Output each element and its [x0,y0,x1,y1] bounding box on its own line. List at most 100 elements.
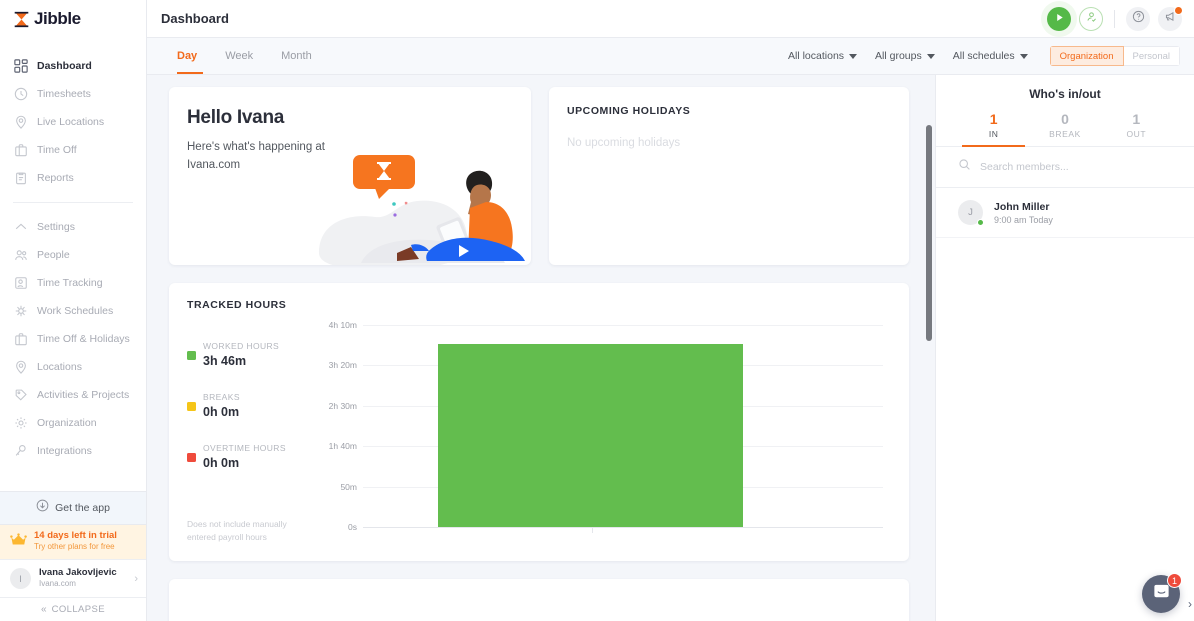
sidebar-item-integrations[interactable]: Integrations [0,437,146,465]
chart-y-tick-label: 3h 20m [328,360,357,371]
avatar-initial: J [968,207,973,218]
sidebar-item-locations[interactable]: Locations [0,353,146,381]
collapse-label: COLLAPSE [51,604,105,615]
stat-in-label: IN [988,129,999,139]
stat-out[interactable]: 1 OUT [1101,111,1172,146]
chart-y-tick-label: 1h 40m [328,441,357,452]
stat-break-label: BREAK [1049,129,1081,139]
filter-schedules[interactable]: All schedules [953,50,1028,62]
filter-groups[interactable]: All groups [875,50,935,62]
user-org: Ivana.com [39,579,76,589]
sidebar-item-activities-projects[interactable]: Activities & Projects [0,381,146,409]
sidebar-item-timesheets[interactable]: Timesheets [0,80,146,108]
chat-widget-button[interactable]: 1 [1142,573,1182,613]
sidebar-item-label: Time Off [37,144,77,156]
sidebar-item-dashboard[interactable]: Dashboard [0,52,146,80]
filter-groups-label: All groups [875,50,922,62]
member-search[interactable] [936,147,1194,188]
sidebar-item-work-schedules[interactable]: Work Schedules [0,297,146,325]
filter-locations-label: All locations [788,50,845,62]
whos-in-out-panel: Who's in/out 1 IN 0 BREAK 1 OUT Search m… [935,75,1194,621]
clipboard-icon [13,171,28,186]
list-item[interactable]: J John Miller 9:00 am Today [936,188,1194,238]
briefcase-icon [13,332,28,347]
chart-y-tick-label: 0s [348,522,357,532]
search-icon [958,158,971,176]
tab-week[interactable]: Week [211,38,267,74]
legend-item-breaks: BREAKS 0h 0m [187,392,317,419]
trial-title: 14 days left in trial [34,530,117,542]
play-icon [1054,10,1065,28]
tracked-hours-note: Does not include manually entered payrol… [187,518,287,543]
chart-y-tick-label: 2h 30m [328,400,357,411]
legend-value: 0h 0m [203,405,240,419]
start-timer-button[interactable] [1047,6,1071,31]
sidebar-item-organization[interactable]: Organization [0,409,146,437]
sidebar-item-label: People [37,249,70,261]
trial-banner[interactable]: 14 days left in trial Try other plans fo… [0,525,146,559]
chat-icon [1152,582,1171,606]
tracked-hours-heading: TRACKED HOURS [187,299,287,311]
stat-break[interactable]: 0 BREAK [1029,111,1100,146]
top-header: Dashboard [147,0,1194,38]
sidebar-item-label: Organization [37,417,97,429]
main-area: Dashboard Day Week Month All locations A… [147,0,1194,621]
stat-in[interactable]: 1 IN [958,111,1029,147]
stat-in-count: 1 [989,111,998,127]
tracked-hours-chart: 4h 10m 3h 20m 2h 30m 1h 40m 50m 0s [317,283,909,561]
tab-day[interactable]: Day [169,38,211,74]
legend-swatch [187,453,196,462]
app-logo[interactable]: Jibble [0,0,146,38]
chat-collapse-chevron-icon[interactable]: › [1188,597,1192,611]
chart-legend: WORKED HOURS 3h 46m BREAKS 0h 0m OVERTIM… [187,341,317,470]
download-icon [36,499,49,517]
next-card-partial [169,579,909,621]
chevron-right-icon: › [134,572,138,585]
sidebar-item-time-tracking[interactable]: Time Tracking [0,269,146,297]
announcements-button[interactable] [1158,5,1183,31]
content-scrollbar[interactable] [923,75,935,621]
legend-swatch [187,351,196,360]
tracked-hours-legend-panel: TRACKED HOURS WORKED HOURS 3h 46m BREAKS… [169,283,317,561]
clock-in-person-button[interactable] [1079,6,1103,31]
sidebar-item-people[interactable]: People [0,241,146,269]
collapse-sidebar-button[interactable]: « COLLAPSE [0,597,146,621]
top-cards-row: Hello Ivana Here's what's happening at I… [169,87,909,265]
double-chevron-left-icon: « [41,604,47,615]
help-button[interactable] [1126,6,1150,31]
scrollbar-thumb[interactable] [926,125,932,341]
clock-icon [13,87,28,102]
tab-month[interactable]: Month [267,38,326,74]
get-the-app-button[interactable]: Get the app [0,491,146,525]
chart-plot-area: 4h 10m 3h 20m 2h 30m 1h 40m 50m 0s [317,320,883,533]
person-check-icon [1085,10,1098,28]
stat-out-count: 1 [1132,111,1141,127]
sidebar-item-live-locations[interactable]: Live Locations [0,108,146,136]
chart-bar-worked-hours[interactable] [438,344,743,527]
sidebar-item-settings[interactable]: Settings [0,213,146,241]
whos-in-out-stats: 1 IN 0 BREAK 1 OUT [936,101,1194,147]
time-tracking-icon [13,276,28,291]
plug-icon [13,444,28,459]
scope-organization-button[interactable]: Organization [1049,46,1124,66]
sidebar-user-row[interactable]: I Ivana Jakovljevic Ivana.com › [0,559,146,597]
scope-personal-button[interactable]: Personal [1123,46,1180,66]
search-input[interactable] [980,161,1172,173]
legend-item-worked-hours: WORKED HOURS 3h 46m [187,341,317,368]
chevron-down-icon [1019,53,1028,59]
map-pin-icon [13,115,28,130]
map-pin-icon [13,360,28,375]
legend-item-overtime-hours: OVERTIME HOURS 0h 0m [187,443,317,470]
greeting-card: Hello Ivana Here's what's happening at I… [169,87,531,265]
crown-icon [10,532,27,552]
filter-locations[interactable]: All locations [788,50,858,62]
sidebar-item-reports[interactable]: Reports [0,164,146,192]
sidebar-item-time-off[interactable]: Time Off [0,136,146,164]
chevron-down-icon [849,53,858,59]
sidebar-item-time-off-holidays[interactable]: Time Off & Holidays [0,325,146,353]
legend-value: 0h 0m [203,456,240,470]
online-status-dot [977,219,984,226]
filter-schedules-label: All schedules [952,50,1015,62]
sidebar: Jibble Dashboard Timesheets Live Locatio… [0,0,147,621]
sidebar-item-label: Locations [37,361,82,373]
